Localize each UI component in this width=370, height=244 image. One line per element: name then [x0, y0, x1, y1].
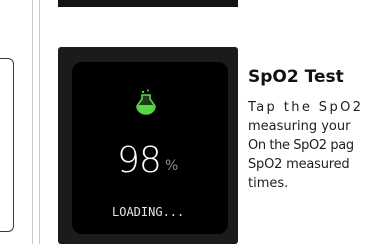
spo2-unit: %	[165, 158, 179, 174]
description-line: On the SpO2 pag	[248, 138, 354, 153]
description-line: measuring your	[248, 119, 351, 134]
description-line: Tap the SpO2	[248, 100, 364, 115]
description-line: times.	[248, 176, 289, 191]
loading-status: LOADING...	[112, 205, 185, 219]
flask-icon	[136, 89, 156, 115]
column-divider-right	[39, 0, 40, 244]
description-line: SpO2 measured	[248, 157, 350, 172]
column-divider-left	[32, 0, 33, 244]
spo2-value: 98	[117, 140, 162, 181]
left-panel-frame	[0, 58, 14, 232]
previous-image-bottom-edge	[58, 0, 238, 7]
section-title: SpO2 Test	[248, 67, 344, 87]
